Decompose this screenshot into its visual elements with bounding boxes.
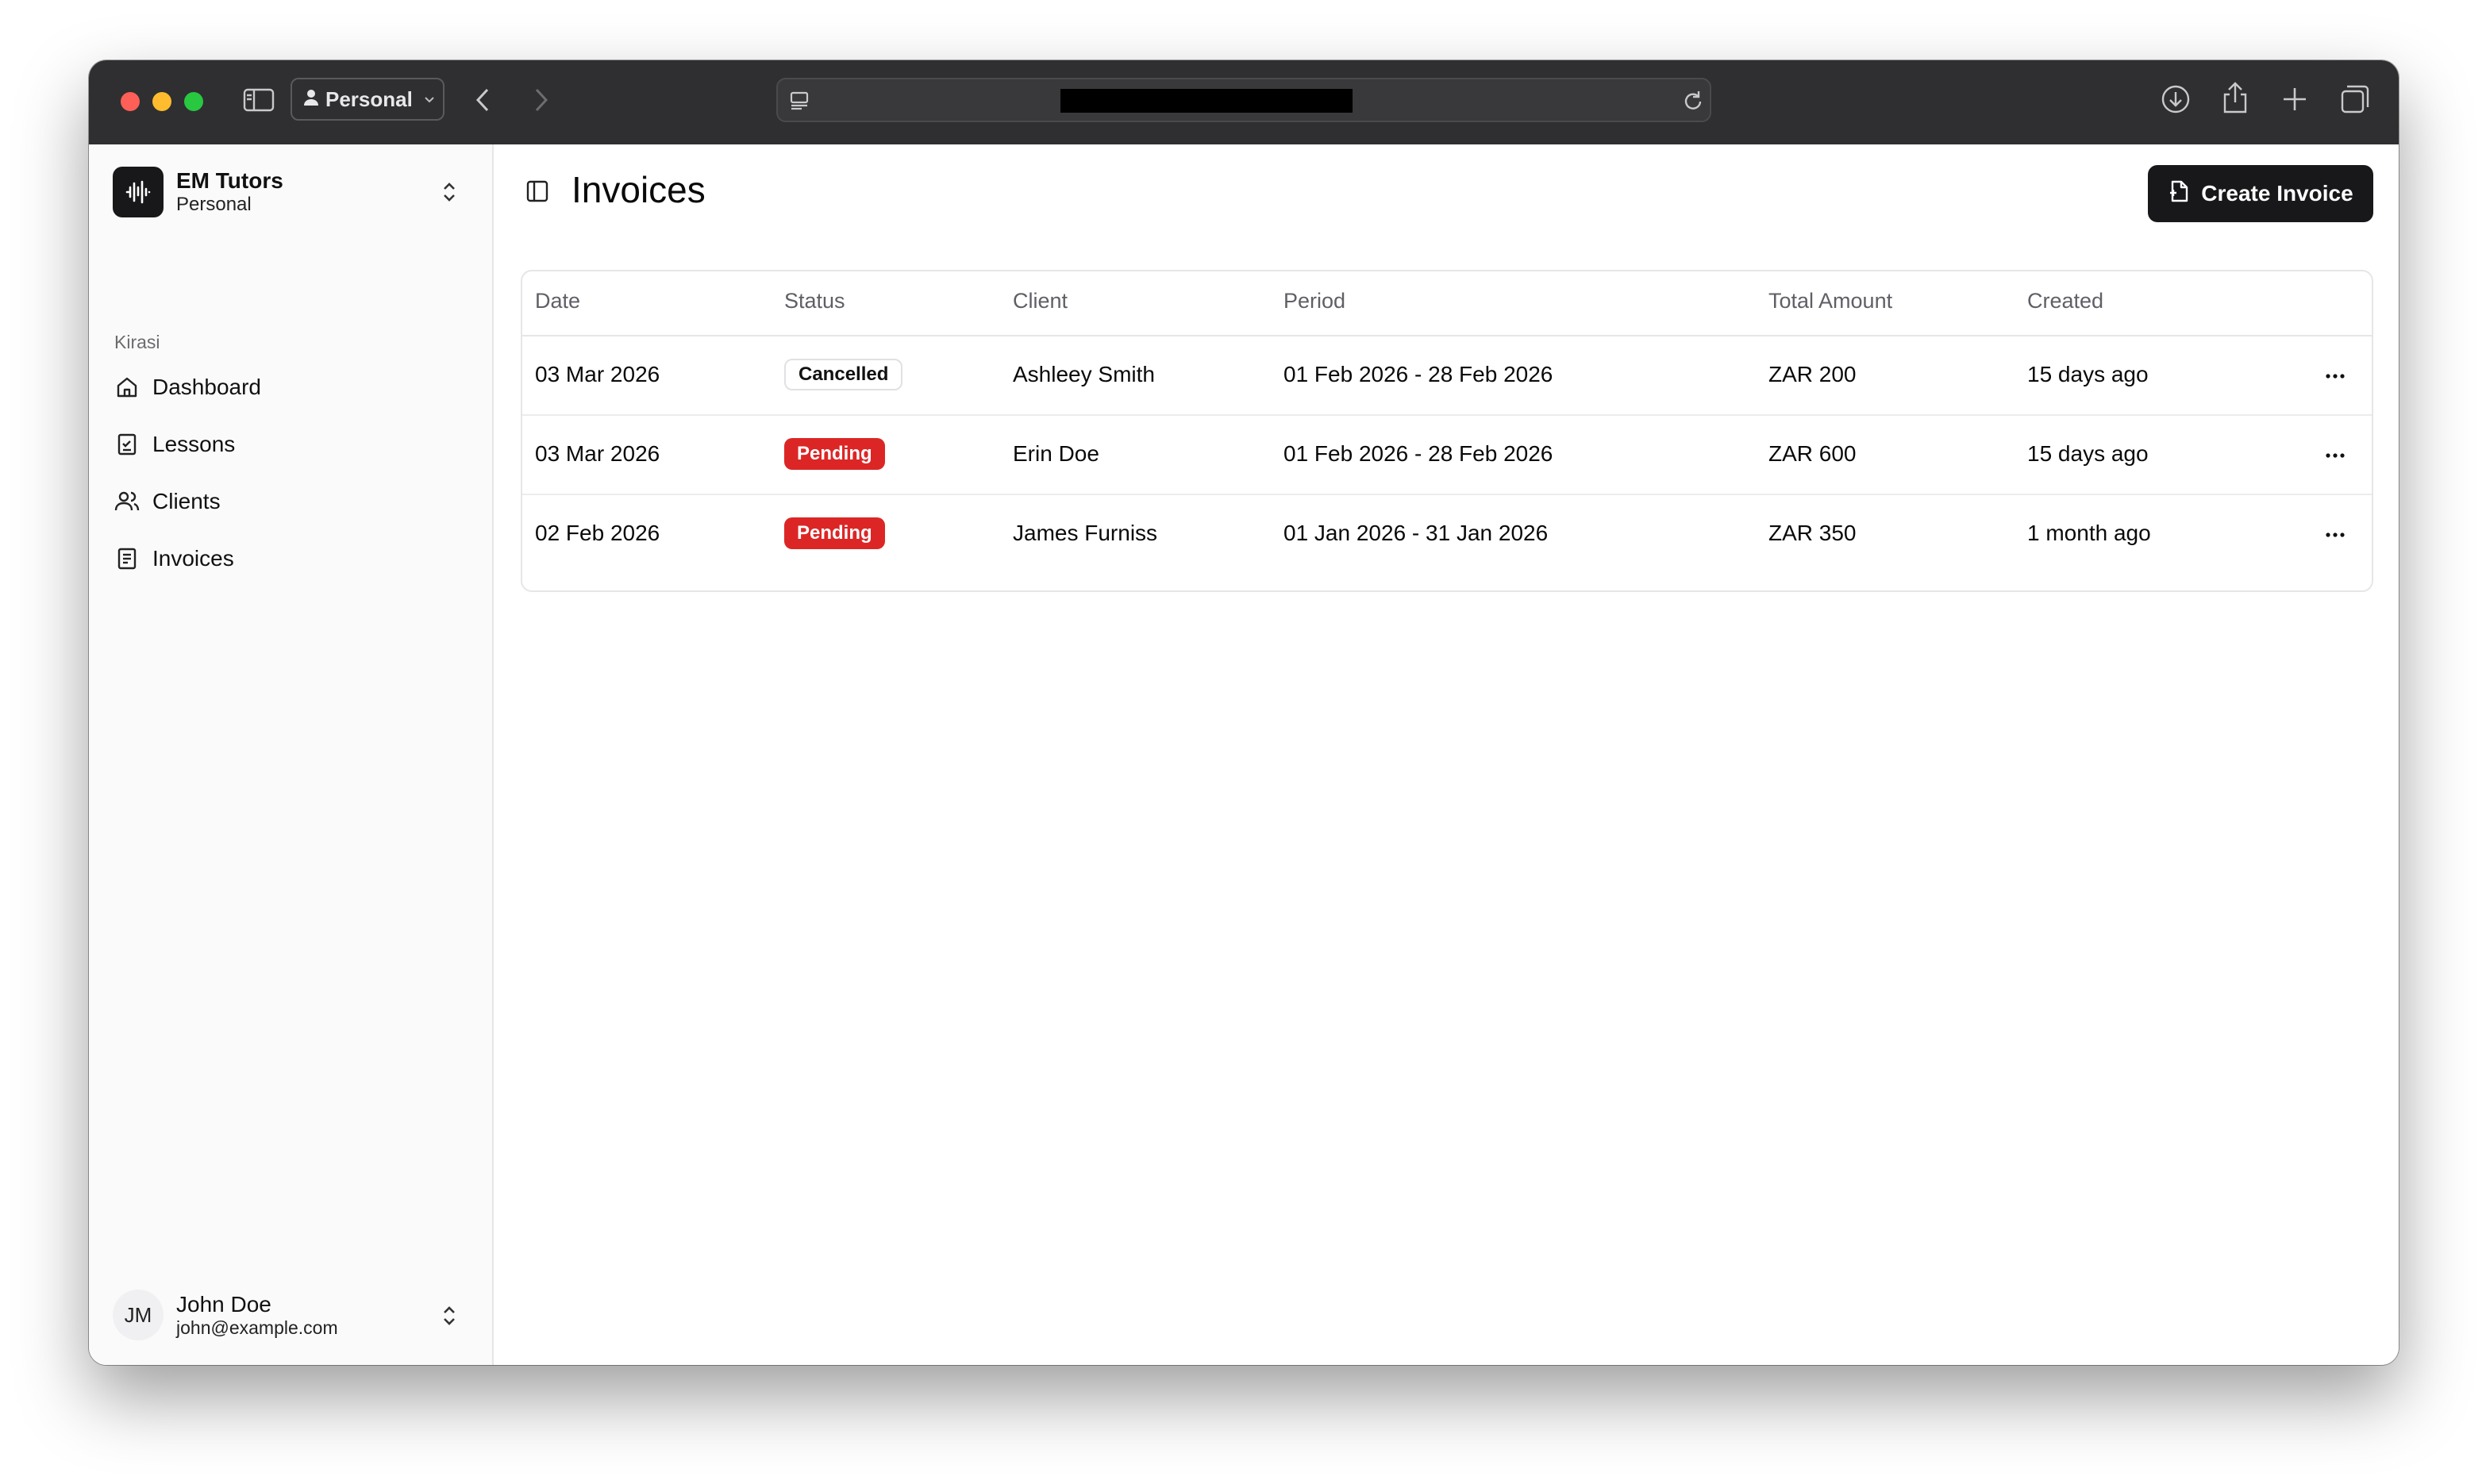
- address-bar[interactable]: [776, 78, 1711, 122]
- cell-period: 01 Feb 2026 - 28 Feb 2026: [1283, 441, 1553, 466]
- sidebar-toggle-icon[interactable]: [243, 87, 275, 113]
- sidebar-item-label: Invoices: [152, 546, 234, 571]
- chevrons-up-down-icon: [440, 179, 459, 209]
- table-row[interactable]: 03 Mar 2026 Cancelled Ashleey Smith 01 F…: [522, 336, 2372, 416]
- share-icon[interactable]: [2221, 81, 2249, 114]
- cell-total-amount: ZAR 350: [1768, 521, 1857, 545]
- column-header-date[interactable]: Date: [535, 289, 580, 313]
- column-header-status[interactable]: Status: [784, 289, 845, 313]
- sidebar-item-label: Lessons: [152, 432, 236, 456]
- main-content: Invoices Create Invoice Date Status Clie…: [494, 144, 2399, 1365]
- cell-client: Erin Doe: [1013, 441, 1099, 466]
- page-title: Invoices: [571, 169, 706, 210]
- back-icon[interactable]: [473, 87, 494, 113]
- user-name: John Doe: [176, 1291, 271, 1317]
- nav-group-label: Kirasi: [114, 332, 160, 352]
- table-header: Date Status Client Period Total Amount C…: [522, 271, 2372, 336]
- more-actions-icon[interactable]: [2319, 360, 2351, 392]
- cell-created: 15 days ago: [2027, 441, 2149, 466]
- user-email: john@example.com: [176, 1317, 338, 1338]
- download-icon[interactable]: [2161, 84, 2191, 114]
- page-menu-icon[interactable]: [789, 90, 810, 111]
- reload-icon[interactable]: [1683, 90, 1703, 112]
- cell-date: 02 Feb 2026: [535, 521, 660, 545]
- user-switcher[interactable]: JM John Doe john@example.com: [113, 1287, 475, 1343]
- org-logo-icon: [113, 167, 164, 217]
- cell-total-amount: ZAR 600: [1768, 441, 1857, 466]
- url-text[interactable]: [1060, 89, 1353, 113]
- app-sidebar: EM Tutors Personal Kirasi Dashboard Less…: [89, 144, 494, 1365]
- create-invoice-button[interactable]: Create Invoice: [2148, 165, 2373, 222]
- more-actions-icon[interactable]: [2319, 519, 2351, 551]
- cell-created: 1 month ago: [2027, 521, 2151, 545]
- new-tab-icon[interactable]: [2281, 86, 2308, 113]
- create-invoice-label: Create Invoice: [2201, 181, 2353, 206]
- browser-window: Personal EM Tutors Personal Kirasi Dashb…: [89, 60, 2399, 1365]
- profile-switcher[interactable]: Personal: [291, 78, 444, 121]
- chevrons-up-down-icon: [440, 1303, 459, 1332]
- invoices-table: Date Status Client Period Total Amount C…: [521, 270, 2373, 592]
- status-badge: Cancelled: [784, 359, 903, 390]
- org-switcher[interactable]: EM Tutors Personal: [113, 165, 475, 219]
- cell-client: James Furniss: [1013, 521, 1158, 545]
- sidebar-item-label: Dashboard: [152, 375, 261, 399]
- checklist-icon: [114, 432, 140, 457]
- person-icon: [303, 87, 319, 112]
- table-row[interactable]: 03 Mar 2026 Pending Erin Doe 01 Feb 2026…: [522, 416, 2372, 495]
- cell-created: 15 days ago: [2027, 362, 2149, 386]
- panel-toggle-icon[interactable]: [525, 179, 549, 207]
- avatar: JM: [113, 1290, 164, 1340]
- sidebar-item-lessons[interactable]: Lessons: [113, 416, 470, 473]
- cell-date: 03 Mar 2026: [535, 362, 660, 386]
- forward-icon[interactable]: [530, 87, 551, 113]
- table-row[interactable]: 02 Feb 2026 Pending James Furniss 01 Jan…: [522, 495, 2372, 573]
- column-header-client[interactable]: Client: [1013, 289, 1068, 313]
- sidebar-item-label: Clients: [152, 489, 221, 513]
- browser-toolbar: Personal: [89, 60, 2399, 146]
- cell-period: 01 Feb 2026 - 28 Feb 2026: [1283, 362, 1553, 386]
- status-badge: Pending: [784, 438, 885, 470]
- window-maximize-button[interactable]: [184, 92, 203, 111]
- profile-label: Personal: [325, 87, 413, 111]
- org-name: EM Tutors: [176, 168, 283, 194]
- sidebar-item-dashboard[interactable]: Dashboard: [113, 359, 470, 416]
- tab-overview-icon[interactable]: [2340, 84, 2370, 114]
- window-close-button[interactable]: [121, 92, 140, 111]
- org-subtitle: Personal: [176, 194, 252, 216]
- chevron-down-icon: [424, 90, 435, 109]
- cell-date: 03 Mar 2026: [535, 441, 660, 466]
- sidebar-item-clients[interactable]: Clients: [113, 473, 470, 530]
- sidebar-nav: Dashboard Lessons Clients Invoices: [113, 359, 470, 587]
- file-plus-icon: [2168, 179, 2190, 209]
- column-header-total-amount[interactable]: Total Amount: [1768, 289, 1892, 313]
- cell-total-amount: ZAR 200: [1768, 362, 1857, 386]
- cell-period: 01 Jan 2026 - 31 Jan 2026: [1283, 521, 1549, 545]
- status-badge: Pending: [784, 517, 885, 549]
- more-actions-icon[interactable]: [2319, 440, 2351, 471]
- column-header-period[interactable]: Period: [1283, 289, 1345, 313]
- column-header-created[interactable]: Created: [2027, 289, 2103, 313]
- cell-client: Ashleey Smith: [1013, 362, 1155, 386]
- window-minimize-button[interactable]: [152, 92, 171, 111]
- document-icon: [114, 546, 140, 571]
- home-icon: [114, 375, 140, 400]
- users-icon: [114, 489, 140, 514]
- sidebar-item-invoices[interactable]: Invoices: [113, 530, 470, 587]
